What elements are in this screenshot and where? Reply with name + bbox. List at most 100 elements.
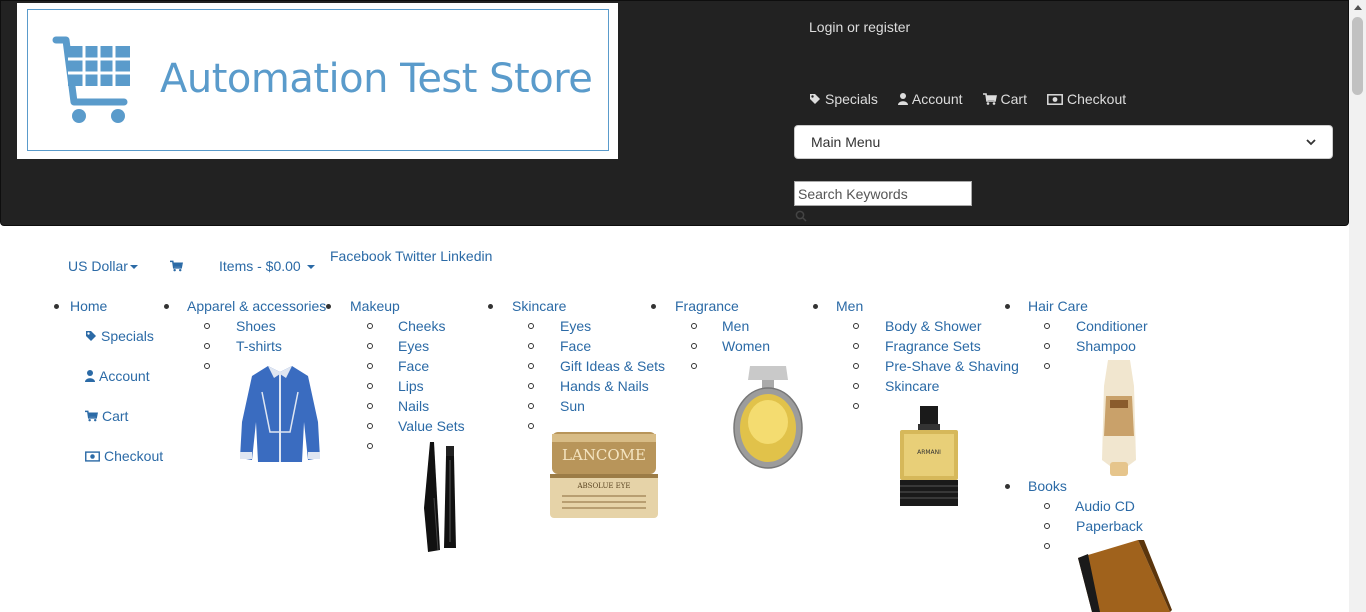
sub-bullet [367, 363, 373, 369]
specials-link[interactable]: Specials [809, 91, 878, 107]
sub-bullet [367, 403, 373, 409]
logo-text: Automation Test Store [160, 56, 593, 102]
nav-makeup-cheeks[interactable]: Cheeks [398, 318, 445, 334]
nav-men-fragrance-sets[interactable]: Fragrance Sets [885, 338, 981, 354]
nav-makeup-lips[interactable]: Lips [398, 378, 424, 394]
search-input[interactable] [794, 181, 972, 206]
nav-skincare-gift-ideas[interactable]: Gift Ideas & Sets [560, 358, 665, 374]
nav-men-pre-shave[interactable]: Pre-Shave & Shaving [885, 358, 1019, 374]
currency-label: US Dollar [68, 258, 128, 274]
sub-bullet [528, 403, 534, 409]
logo-cart-icon [52, 36, 130, 123]
sub-bullet [1044, 523, 1050, 529]
bullet [164, 304, 169, 309]
nav-fragrance-women[interactable]: Women [722, 338, 770, 354]
sub-bullet [853, 363, 859, 369]
nav-apparel-tshirts[interactable]: T-shirts [236, 338, 282, 354]
nav-makeup-nails[interactable]: Nails [398, 398, 429, 414]
user-icon [897, 93, 908, 105]
money-icon [85, 450, 100, 462]
cart-icon[interactable] [170, 260, 183, 272]
skincare-cream-jar-image[interactable]: LANCOME ABSOLUE EYE [548, 428, 660, 522]
men-armani-cologne-image[interactable]: ARMANI [896, 404, 962, 512]
cart-total-dropdown[interactable]: Items - $0.00 [219, 258, 315, 274]
bullet [488, 304, 493, 309]
nav-men-body-shower[interactable]: Body & Shower [885, 318, 982, 334]
bullet [813, 304, 818, 309]
nav-makeup-eyes[interactable]: Eyes [398, 338, 429, 354]
nav-specials[interactable]: Specials [85, 328, 154, 344]
specials-label: Specials [825, 91, 878, 107]
sub-bullet [1044, 323, 1050, 329]
store-logo[interactable]: Automation Test Store [17, 3, 618, 159]
nav-books-paperback[interactable]: Paperback [1076, 518, 1143, 534]
sub-bullet [367, 343, 373, 349]
books-product-image[interactable] [1074, 538, 1172, 612]
cart-link[interactable]: Cart [982, 91, 1027, 107]
bullet [326, 304, 331, 309]
sub-bullet [1044, 343, 1050, 349]
nav-apparel[interactable]: Apparel & accessories [187, 298, 326, 314]
cart-icon [85, 410, 98, 422]
nav-apparel-shoes[interactable]: Shoes [236, 318, 276, 334]
bullet [54, 304, 59, 309]
sub-bullet [1044, 543, 1050, 549]
nav-hair-care[interactable]: Hair Care [1028, 298, 1088, 314]
fragrance-perfume-image[interactable] [730, 362, 806, 472]
nav-specials-label: Specials [101, 328, 154, 344]
main-menu-select[interactable]: Main Menu [794, 125, 1333, 159]
nav-hair-shampoo[interactable]: Shampoo [1076, 338, 1136, 354]
sub-bullet [853, 383, 859, 389]
makeup-mascara-image[interactable] [420, 438, 468, 554]
nav-checkout-label: Checkout [104, 448, 164, 464]
nav-books-audio-cd[interactable]: Audio CD [1075, 498, 1135, 514]
cart-total-label: Items - $0.00 [219, 258, 301, 274]
page-scrollbar[interactable] [1349, 0, 1366, 612]
nav-account-label: Account [99, 368, 150, 384]
money-icon [1047, 93, 1063, 105]
scroll-up-arrow-icon[interactable] [1354, 5, 1362, 10]
search-icon[interactable] [795, 210, 807, 222]
nav-account[interactable]: Account [85, 368, 150, 384]
nav-skincare-face[interactable]: Face [560, 338, 591, 354]
nav-cart[interactable]: Cart [85, 408, 128, 424]
chevron-down-icon [1306, 138, 1316, 145]
lancome-brand: LANCOME [562, 446, 646, 464]
nav-men[interactable]: Men [836, 298, 863, 314]
nav-makeup[interactable]: Makeup [350, 298, 400, 314]
sub-bullet [528, 323, 534, 329]
hair-shampoo-bottle-image[interactable] [1098, 356, 1140, 478]
apparel-shirt-image[interactable] [238, 362, 322, 470]
account-link[interactable]: Account [897, 91, 963, 107]
nav-fragrance[interactable]: Fragrance [675, 298, 739, 314]
nav-makeup-face[interactable]: Face [398, 358, 429, 374]
nav-makeup-value-sets[interactable]: Value Sets [398, 418, 465, 434]
social-links[interactable]: Facebook Twitter Linkedin [330, 248, 492, 264]
nav-skincare[interactable]: Skincare [512, 298, 566, 314]
sub-bullet [691, 343, 697, 349]
nav-checkout[interactable]: Checkout [85, 448, 163, 464]
nav-skincare-eyes[interactable]: Eyes [560, 318, 591, 334]
currency-dropdown[interactable]: US Dollar [68, 258, 138, 274]
nav-hair-conditioner[interactable]: Conditioner [1076, 318, 1148, 334]
sub-bullet [528, 423, 534, 429]
login-register-link[interactable]: Login or register [809, 19, 910, 35]
nav-books[interactable]: Books [1028, 478, 1067, 494]
checkout-link[interactable]: Checkout [1047, 91, 1126, 107]
sub-bullet [204, 363, 210, 369]
sub-bullet [853, 323, 859, 329]
sub-bullet [528, 383, 534, 389]
nav-home[interactable]: Home [70, 298, 107, 314]
nav-fragrance-men[interactable]: Men [722, 318, 749, 334]
tag-icon [86, 331, 96, 341]
user-icon [85, 370, 95, 382]
bullet [1005, 304, 1010, 309]
nav-men-skincare[interactable]: Skincare [885, 378, 939, 394]
nav-skincare-hands-nails[interactable]: Hands & Nails [560, 378, 649, 394]
nav-skincare-sun[interactable]: Sun [560, 398, 585, 414]
bullet [651, 304, 656, 309]
scrollbar-thumb[interactable] [1352, 17, 1363, 95]
sub-bullet [853, 403, 859, 409]
sub-bullet [204, 343, 210, 349]
sub-bullet [204, 323, 210, 329]
